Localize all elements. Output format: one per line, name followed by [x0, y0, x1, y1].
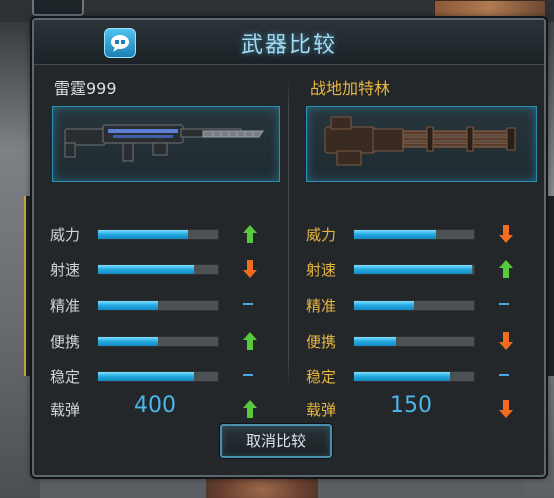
left-stat-firerate: 射速 [50, 257, 270, 281]
stat-label: 威力 [306, 226, 337, 244]
stat-label: 载弹 [50, 401, 81, 419]
gatling-gun-icon [324, 116, 516, 166]
left-weapon-panel: 雷霆999 威力 射速 精准 便携 稳定 载弹 400 [34, 64, 289, 469]
stat-label: 射速 [306, 261, 337, 279]
ammo-value: 150 [390, 393, 432, 418]
dialog-titlebar: 武器比较 [34, 20, 544, 65]
left-stat-ammo: 载弹 400 [50, 393, 270, 421]
stat-bar-fill [98, 230, 188, 239]
down-arrow-icon [243, 260, 257, 278]
left-stat-portability: 便携 [50, 329, 270, 353]
stat-bar-fill [354, 230, 436, 239]
cancel-compare-button[interactable]: 取消比较 [220, 424, 332, 458]
dialog-title: 武器比较 [240, 33, 337, 58]
right-stat-stability: 稳定 [306, 364, 526, 388]
stat-bar [353, 264, 475, 275]
stat-label: 稳定 [50, 368, 81, 386]
right-weapon-panel: 战地加特林 威力 射速 精准 便携 稳定 载弹 150 [289, 64, 544, 469]
left-stat-stability: 稳定 [50, 364, 270, 388]
right-weapon-name: 战地加特林 [310, 79, 391, 98]
stat-bar [353, 300, 475, 311]
stat-label: 载弹 [306, 401, 337, 419]
stat-bar-fill [354, 337, 396, 346]
stat-bar-fill [98, 265, 194, 274]
stat-bar-fill [354, 301, 414, 310]
up-arrow-icon [499, 260, 513, 278]
stat-bar [97, 229, 219, 240]
stat-bar [353, 229, 475, 240]
stat-bar-fill [98, 337, 158, 346]
stat-bar [97, 300, 219, 311]
right-stat-ammo: 载弹 150 [306, 393, 526, 421]
equal-dash-icon [243, 303, 253, 305]
stat-label: 精准 [306, 297, 337, 315]
stat-bar [97, 336, 219, 347]
stat-label: 便携 [50, 333, 81, 351]
down-arrow-icon [499, 225, 513, 243]
stat-bar-fill [98, 372, 194, 381]
stat-bar-fill [354, 265, 472, 274]
right-stat-portability: 便携 [306, 329, 526, 353]
up-arrow-icon [243, 225, 257, 243]
right-stat-accuracy: 精准 [306, 293, 526, 317]
left-stat-accuracy: 精准 [50, 293, 270, 317]
weapon-compare-dialog: 武器比较 雷霆999 威力 射速 精准 便携 稳定 载弹 400 战地加特林 威… [32, 18, 546, 477]
stat-bar [353, 371, 475, 382]
left-weapon-name: 雷霆999 [54, 79, 117, 98]
up-arrow-icon [243, 400, 257, 418]
stat-bar [97, 371, 219, 382]
stat-label: 威力 [50, 226, 81, 244]
top-menu-button[interactable] [32, 0, 84, 16]
top-right-thumbnail[interactable] [434, 0, 546, 20]
stat-label: 稳定 [306, 368, 337, 386]
down-arrow-icon [499, 332, 513, 350]
rifle-icon [64, 124, 264, 162]
ammo-value: 400 [134, 393, 176, 418]
left-weapon-image [52, 106, 280, 182]
down-arrow-icon [499, 400, 513, 418]
stat-bar [97, 264, 219, 275]
right-stat-firerate: 射速 [306, 257, 526, 281]
right-weapon-image [306, 106, 537, 182]
equal-dash-icon [499, 303, 509, 305]
equal-dash-icon [499, 374, 509, 376]
stat-label: 便携 [306, 333, 337, 351]
stat-bar [353, 336, 475, 347]
stat-label: 精准 [50, 297, 81, 315]
up-arrow-icon [243, 332, 257, 350]
stat-bar-fill [98, 301, 158, 310]
right-stat-power: 威力 [306, 222, 526, 246]
stat-bar-fill [354, 372, 450, 381]
stat-label: 射速 [50, 261, 81, 279]
left-stat-power: 威力 [50, 222, 270, 246]
equal-dash-icon [243, 374, 253, 376]
